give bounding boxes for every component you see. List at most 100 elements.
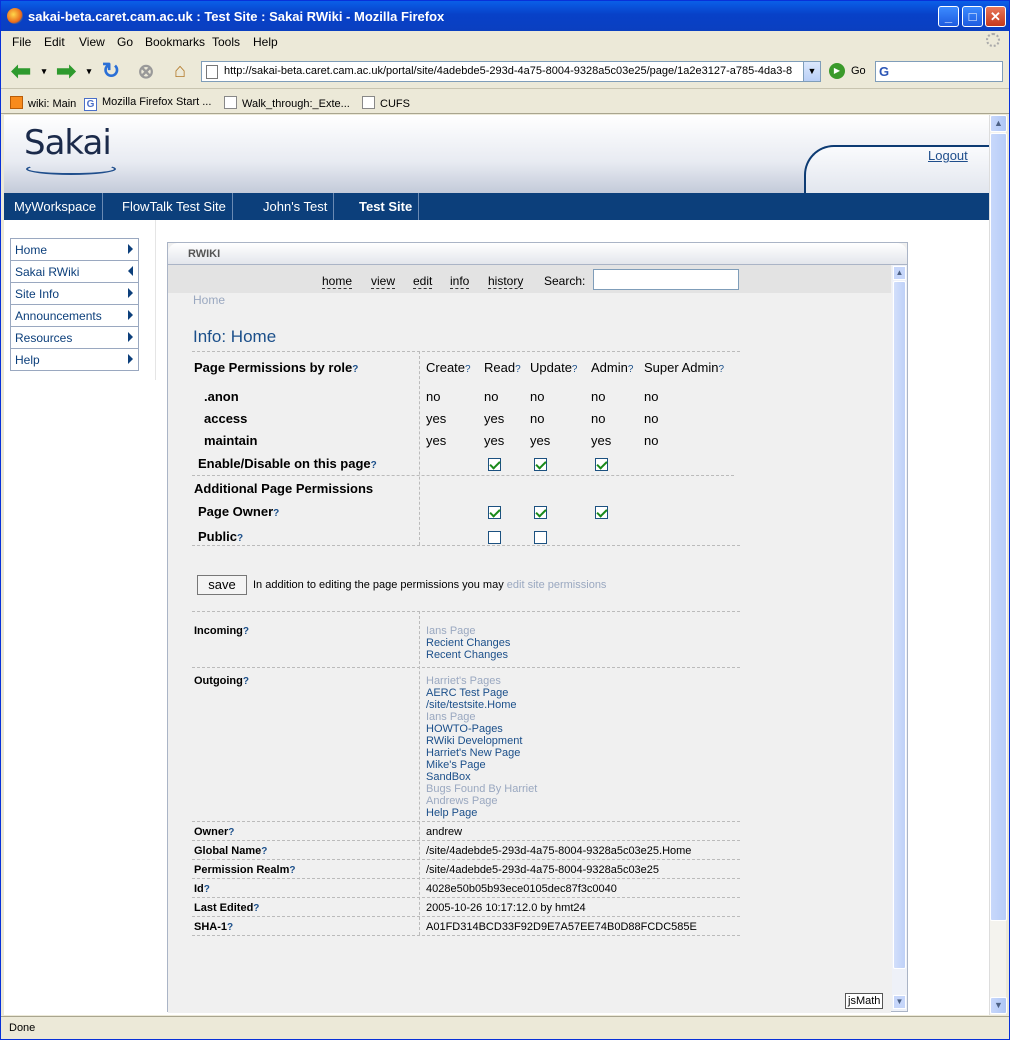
scroll-down-icon[interactable]: ▼: [893, 995, 906, 1009]
reload-icon[interactable]: ↻: [97, 58, 125, 84]
help-icon[interactable]: ?: [465, 364, 471, 375]
bookmark-walk-through[interactable]: Walk_through:_Exte...: [224, 96, 350, 110]
help-icon[interactable]: ?: [243, 676, 249, 687]
breadcrumb[interactable]: Home: [193, 293, 225, 307]
help-icon[interactable]: ?: [572, 364, 578, 375]
help-icon[interactable]: ?: [371, 460, 377, 471]
menu-go[interactable]: Go: [117, 35, 133, 49]
incoming-link[interactable]: Recent Changes: [426, 649, 510, 661]
forward-icon[interactable]: ➡: [52, 58, 80, 85]
save-button[interactable]: save: [197, 575, 247, 595]
scroll-up-icon[interactable]: ▲: [893, 266, 906, 280]
menu-help[interactable]: Help: [253, 35, 278, 49]
owner-update-checkbox[interactable]: [534, 506, 547, 519]
close-button[interactable]: ✕: [985, 6, 1006, 27]
enable-read-checkbox[interactable]: [488, 458, 501, 471]
minimize-button[interactable]: _: [938, 6, 959, 27]
scroll-down-icon[interactable]: ▼: [990, 997, 1007, 1014]
back-dropdown-icon[interactable]: ▾: [37, 58, 51, 84]
stop-icon[interactable]: ⊗: [132, 58, 160, 84]
scroll-up-icon[interactable]: ▲: [990, 115, 1007, 132]
search-input[interactable]: G: [875, 61, 1003, 82]
help-icon[interactable]: ?: [261, 846, 267, 857]
incoming-link[interactable]: Ians Page: [426, 625, 510, 637]
owner-admin-checkbox[interactable]: [595, 506, 608, 519]
wiki-link-history[interactable]: history: [488, 274, 524, 289]
bookmark-cufs[interactable]: CUFS: [362, 96, 410, 110]
outgoing-link[interactable]: Andrews Page: [426, 795, 537, 807]
site-tab-test-site[interactable]: Test Site: [353, 193, 420, 220]
wiki-link-info[interactable]: info: [450, 274, 470, 289]
menu-view[interactable]: View: [79, 35, 105, 49]
page-scrollbar[interactable]: ▲ ▼: [989, 115, 1007, 1015]
wiki-link-home[interactable]: home: [322, 274, 353, 289]
help-icon[interactable]: ?: [718, 364, 724, 375]
help-icon[interactable]: ?: [204, 884, 210, 895]
outgoing-link[interactable]: Help Page: [426, 807, 537, 819]
nav-item-home[interactable]: Home: [11, 239, 138, 261]
outgoing-link[interactable]: Harriet's Pages: [426, 675, 537, 687]
help-icon[interactable]: ?: [515, 364, 521, 375]
back-icon[interactable]: ⬅: [7, 58, 35, 85]
url-dropdown-icon[interactable]: ▼: [803, 62, 820, 81]
forward-dropdown-icon[interactable]: ▾: [82, 58, 96, 84]
help-icon[interactable]: ?: [273, 508, 279, 519]
outgoing-link[interactable]: Mike's Page: [426, 759, 537, 771]
column-divider: [419, 351, 420, 545]
help-icon[interactable]: ?: [352, 364, 358, 375]
public-update-checkbox[interactable]: [534, 531, 547, 544]
help-icon[interactable]: ?: [243, 626, 249, 637]
help-icon[interactable]: ?: [237, 533, 243, 544]
outgoing-link[interactable]: HOWTO-Pages: [426, 723, 537, 735]
help-icon[interactable]: ?: [228, 827, 234, 838]
wiki-link-view[interactable]: view: [371, 274, 396, 289]
outgoing-link[interactable]: AERC Test Page: [426, 687, 537, 699]
owner-read-checkbox[interactable]: [488, 506, 501, 519]
tool-menu: Home Sakai RWiki Site Info Announcements…: [10, 238, 139, 371]
url-bar[interactable]: http://sakai-beta.caret.cam.ac.uk/portal…: [201, 61, 821, 82]
tool-scrollbar[interactable]: ▲ ▼: [892, 265, 907, 1011]
wiki-link-edit[interactable]: edit: [413, 274, 433, 289]
outgoing-link[interactable]: Ians Page: [426, 711, 537, 723]
outgoing-link[interactable]: Harriet's New Page: [426, 747, 537, 759]
help-icon[interactable]: ?: [253, 903, 259, 914]
home-icon[interactable]: ⌂: [166, 58, 194, 84]
menu-bookmarks[interactable]: Bookmarks: [145, 35, 205, 49]
nav-item-announcements[interactable]: Announcements: [11, 305, 138, 327]
nav-item-sakai-rwiki[interactable]: Sakai RWiki: [11, 261, 138, 283]
help-icon[interactable]: ?: [289, 865, 295, 876]
go-icon[interactable]: ▶: [829, 63, 845, 79]
public-read-checkbox[interactable]: [488, 531, 501, 544]
nav-item-site-info[interactable]: Site Info: [11, 283, 138, 305]
edit-site-permissions-link[interactable]: edit site permissions: [507, 579, 607, 591]
bookmark-firefox-start[interactable]: G Mozilla Firefox Start ...: [84, 96, 211, 111]
outgoing-link[interactable]: Bugs Found By Harriet: [426, 783, 537, 795]
site-tab-johns-test[interactable]: John's Test: [257, 193, 335, 220]
menu-file[interactable]: File: [12, 35, 31, 49]
help-icon[interactable]: ?: [227, 922, 233, 933]
outgoing-link[interactable]: SandBox: [426, 771, 537, 783]
jsmath-button[interactable]: jsMath: [845, 993, 884, 1009]
browser-window: sakai-beta.caret.cam.ac.uk : Test Site :…: [0, 0, 1010, 1040]
site-tab-myworkspace[interactable]: MyWorkspace: [8, 193, 104, 220]
enable-update-checkbox[interactable]: [534, 458, 547, 471]
maximize-button[interactable]: □: [962, 6, 983, 27]
logout-link[interactable]: Logout: [928, 148, 968, 163]
menu-tools[interactable]: Tools: [212, 35, 240, 49]
menu-edit[interactable]: Edit: [44, 35, 65, 49]
enable-admin-checkbox[interactable]: [595, 458, 608, 471]
go-label[interactable]: Go: [851, 65, 866, 77]
bookmark-wiki-main[interactable]: wiki: Main: [10, 96, 76, 110]
detail-value-id: 4028e50b05b93ece0105dec87f3c0040: [426, 883, 617, 895]
outgoing-link[interactable]: RWiki Development: [426, 735, 537, 747]
incoming-link[interactable]: Recient Changes: [426, 637, 510, 649]
help-icon[interactable]: ?: [628, 364, 634, 375]
outgoing-link[interactable]: /site/testsite.Home: [426, 699, 537, 711]
scroll-thumb[interactable]: [893, 281, 906, 969]
nav-item-resources[interactable]: Resources: [11, 327, 138, 349]
site-tab-flowtalk[interactable]: FlowTalk Test Site: [116, 193, 233, 220]
detail-value-owner: andrew: [426, 826, 463, 838]
wiki-search-input[interactable]: [593, 269, 739, 290]
scroll-thumb[interactable]: [990, 133, 1007, 921]
nav-item-help[interactable]: Help: [11, 349, 138, 371]
